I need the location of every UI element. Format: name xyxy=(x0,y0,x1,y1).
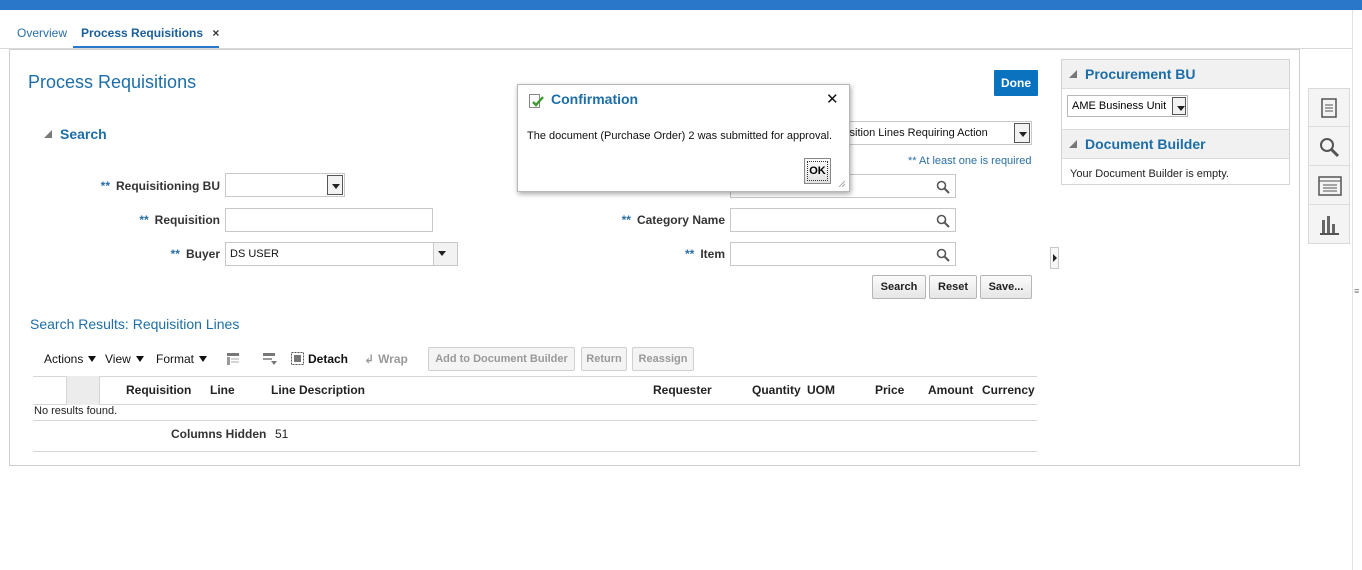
chevron-down-icon xyxy=(135,356,144,362)
wrap-button[interactable]: ↲ Wrap xyxy=(364,352,408,366)
dialog-message: The document (Purchase Order) 2 was subm… xyxy=(527,130,833,142)
scroll-grip-icon[interactable]: ≡ xyxy=(1354,287,1359,296)
document-builder-header[interactable]: Document Builder xyxy=(1062,130,1289,159)
item-input[interactable] xyxy=(730,242,956,266)
requisitioning-bu-label: ** Requisitioning BU xyxy=(100,179,220,193)
ok-button[interactable]: OK xyxy=(804,158,831,184)
chart-icon[interactable] xyxy=(1309,206,1349,244)
tab-overview[interactable]: Overview xyxy=(17,26,67,40)
search-icon[interactable] xyxy=(936,248,950,262)
panel-drawer-sidebar xyxy=(1308,88,1350,244)
search-button[interactable]: Search xyxy=(872,275,926,299)
search-icon[interactable] xyxy=(936,180,950,194)
save-search-button[interactable]: Save... xyxy=(980,275,1032,299)
panel-splitter-toggle[interactable] xyxy=(1050,247,1059,269)
table-divider xyxy=(33,420,1037,421)
column-header[interactable]: Line xyxy=(210,383,235,397)
top-brand-bar xyxy=(0,0,1362,10)
tab-label: Process Requisitions xyxy=(81,26,204,40)
done-button[interactable]: Done xyxy=(994,70,1038,96)
column-header[interactable]: Currency xyxy=(982,383,1035,397)
chevron-down-icon[interactable] xyxy=(433,243,457,265)
column-header[interactable]: Requester xyxy=(653,383,712,397)
no-results-text: No results found. xyxy=(34,405,118,417)
columns-hidden-label: Columns Hidden xyxy=(171,427,267,441)
query-by-example-icon[interactable] xyxy=(262,351,278,367)
row-selector-column xyxy=(66,376,100,405)
columns-hidden-value: 51 xyxy=(275,427,289,441)
category-name-label: ** Category Name xyxy=(621,213,725,227)
category-name-input[interactable] xyxy=(730,208,956,232)
column-header[interactable]: Price xyxy=(875,383,904,397)
actions-menu[interactable]: Actions xyxy=(44,352,97,366)
buyer-select[interactable]: DS USER xyxy=(225,242,458,266)
chevron-down-icon[interactable] xyxy=(1014,123,1030,143)
column-header[interactable]: UOM xyxy=(807,383,835,397)
column-header[interactable]: Quantity xyxy=(752,383,801,397)
dialog-title: Confirmation xyxy=(551,91,639,107)
search-section-header[interactable]: Search xyxy=(44,126,107,142)
required-hint: ** At least one is required xyxy=(908,155,1032,167)
list-icon[interactable] xyxy=(1309,167,1349,205)
add-to-document-builder-button[interactable]: Add to Document Builder xyxy=(428,347,575,371)
requisition-label: ** Requisition xyxy=(139,213,220,227)
document-icon[interactable] xyxy=(1309,89,1349,127)
procurement-bu-header[interactable]: Procurement BU xyxy=(1062,60,1289,89)
confirmation-dialog: Confirmation ✕ The document (Purchase Or… xyxy=(517,84,850,192)
tab-close-icon[interactable]: × xyxy=(212,26,219,40)
return-button[interactable]: Return xyxy=(581,347,627,371)
resize-grip-icon[interactable] xyxy=(837,179,845,187)
tab-process-requisitions[interactable]: Process Requisitions × xyxy=(81,26,219,40)
document-builder-empty-text: Your Document Builder is empty. xyxy=(1070,168,1229,180)
requisition-input[interactable] xyxy=(225,208,433,232)
right-panel: Procurement BU AME Business Unit Documen… xyxy=(1061,59,1290,185)
buyer-label: ** Buyer xyxy=(170,247,220,261)
requisitioning-bu-select[interactable] xyxy=(225,173,345,197)
wrap-icon: ↲ xyxy=(364,352,375,366)
freeze-icon[interactable] xyxy=(225,351,241,367)
collapse-triangle-icon[interactable] xyxy=(1069,70,1077,78)
reassign-button[interactable]: Reassign xyxy=(632,347,694,371)
format-menu[interactable]: Format xyxy=(156,352,208,366)
collapse-triangle-icon[interactable] xyxy=(1069,140,1077,148)
procurement-bu-select[interactable]: AME Business Unit xyxy=(1067,95,1188,117)
search-icon[interactable] xyxy=(1309,128,1349,166)
reset-button[interactable]: Reset xyxy=(929,275,977,299)
column-header[interactable]: Requisition xyxy=(126,383,191,397)
column-header[interactable]: Amount xyxy=(928,383,973,397)
search-icon[interactable] xyxy=(936,214,950,228)
chevron-down-icon xyxy=(199,356,208,362)
chevron-down-icon xyxy=(88,356,97,362)
detach-icon xyxy=(291,352,304,365)
item-label: ** Item xyxy=(684,247,725,261)
view-menu[interactable]: View xyxy=(105,352,144,366)
chevron-down-icon[interactable] xyxy=(1172,97,1186,115)
detach-button[interactable]: Detach xyxy=(291,352,348,366)
chevron-down-icon[interactable] xyxy=(327,175,343,195)
column-header[interactable]: Line Description xyxy=(271,383,365,397)
document-check-icon xyxy=(529,94,544,108)
collapse-triangle-icon[interactable] xyxy=(44,130,52,138)
close-icon[interactable]: ✕ xyxy=(826,90,839,108)
table-bottom-border xyxy=(33,451,1037,452)
search-results-title: Search Results: Requisition Lines xyxy=(30,316,240,332)
page-title: Process Requisitions xyxy=(28,72,197,92)
